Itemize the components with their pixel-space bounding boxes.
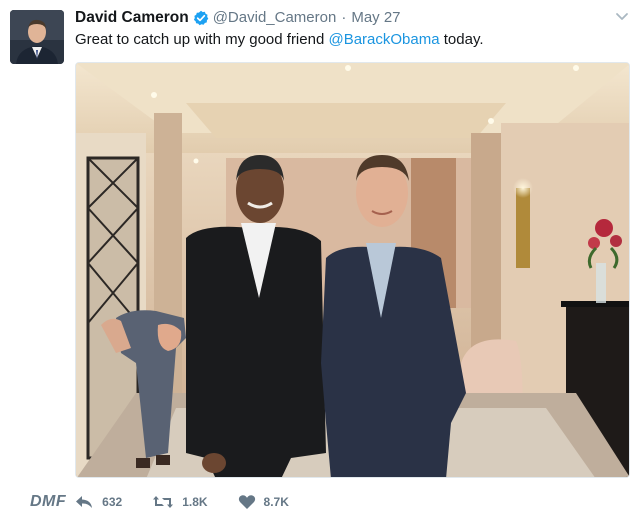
mention-link[interactable]: @BarackObama [328,31,439,48]
retweet-button[interactable]: 1.8K [152,494,208,510]
tweet-header: David Cameron @David_Cameron · May 27 [75,9,401,27]
retweet-count: 1.8K [182,495,208,509]
reply-icon [76,496,93,508]
verified-badge-icon [193,10,209,26]
heart-icon [238,495,255,509]
avatar[interactable] [10,10,64,64]
watermark-text: DMF [30,493,67,510]
tweet-text-before: Great to catch up with my good friend [75,31,329,48]
reply-button[interactable]: 632 [74,494,122,510]
tweet-photo[interactable] [75,62,630,478]
action-bar: DMF 632 1.8K 8.7K [30,491,319,513]
like-count: 8.7K [263,495,289,509]
separator-dot: · [341,9,347,26]
author-handle[interactable]: @David_Cameron [213,9,337,27]
like-button[interactable]: 8.7K [238,494,289,510]
tweet-date[interactable]: May 27 [351,9,400,27]
tweet-text: Great to catch up with my good friend @B… [75,31,484,49]
tweet-card: David Cameron @David_Cameron · May 27 Gr… [0,0,640,524]
reply-count: 632 [102,495,123,509]
chevron-down-icon[interactable] [614,8,630,24]
author-name[interactable]: David Cameron [75,9,189,27]
retweet-icon [153,496,174,508]
tweet-text-after: today. [439,31,484,48]
